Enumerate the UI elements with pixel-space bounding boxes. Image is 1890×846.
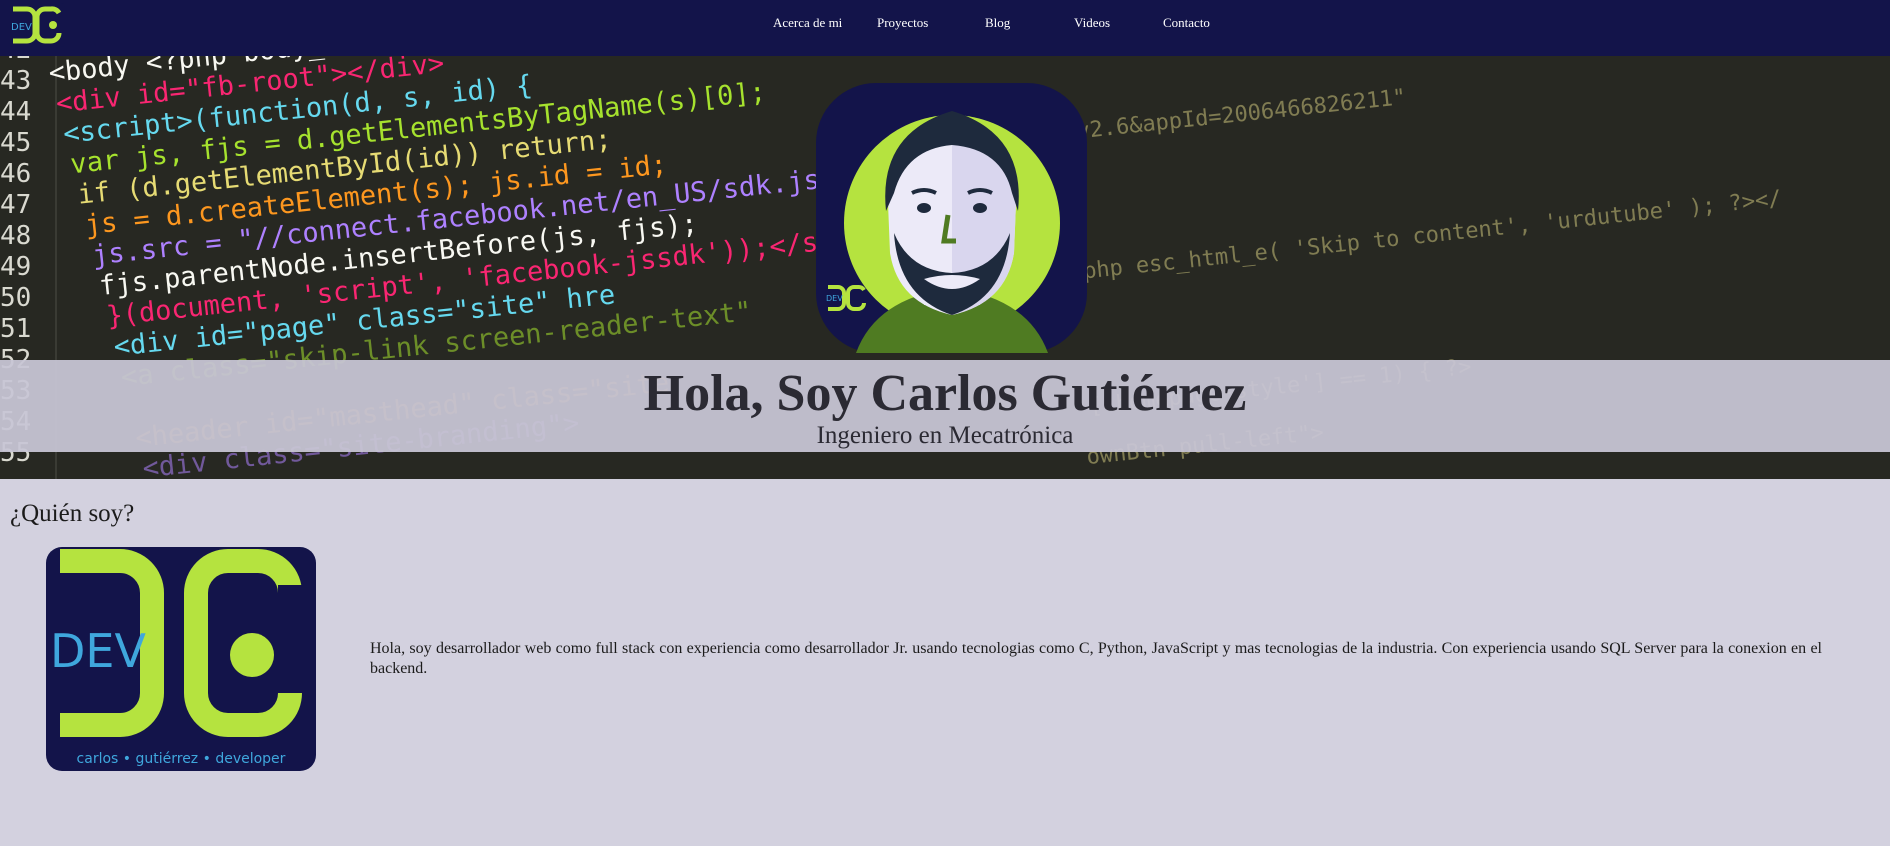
code-line-number: 47 — [0, 190, 31, 220]
nav-link-videos[interactable]: Videos — [1074, 15, 1110, 31]
svg-text:DEV: DEV — [826, 294, 843, 303]
hero-banner: Hola, Soy Carlos Gutiérrez Ingeniero en … — [0, 360, 1890, 452]
svg-text:carlos • gutiérrez • developer: carlos • gutiérrez • developer — [77, 751, 286, 767]
code-line-number: 44 — [0, 97, 31, 127]
nav-link-blog[interactable]: Blog — [985, 15, 1010, 31]
code-line-number: 51 — [0, 314, 31, 344]
nav-link-projects[interactable]: Proyectos — [877, 15, 928, 31]
avatar-image: DEV — [816, 83, 1087, 353]
nav-link-about[interactable]: Acerca de mi — [773, 15, 842, 31]
code-line-number: 46 — [0, 159, 31, 189]
dev-logo-image: DEV carlos • gutiérrez • developer — [46, 547, 316, 771]
code-line-number: 45 — [0, 128, 31, 158]
code-line-number: 50 — [0, 283, 31, 313]
code-line-number: 48 — [0, 221, 31, 251]
about-heading: ¿Quién soy? — [10, 500, 135, 527]
code-line-number: 42 — [0, 56, 31, 65]
hero-title: Hola, Soy Carlos Gutiérrez — [643, 365, 1247, 422]
hero-section: 4243444546474849505152535455 <body <?php… — [0, 56, 1890, 479]
hero-subtitle: Ingeniero en Mecatrónica — [816, 422, 1074, 449]
code-line-number: 49 — [0, 252, 31, 282]
top-nav: DEV Acerca de mi Proyectos Blog Videos C… — [0, 0, 1890, 56]
about-section: ¿Quién soy? DEV carlos • gutiérrez • dev… — [0, 479, 1890, 846]
code-line-number: 43 — [0, 66, 31, 96]
nav-links: Acerca de mi Proyectos Blog Videos Conta… — [0, 15, 1890, 39]
about-paragraph: Hola, soy desarrollador web como full st… — [370, 640, 1822, 677]
nav-link-contact[interactable]: Contacto — [1163, 15, 1210, 31]
svg-text:DEV: DEV — [50, 624, 146, 678]
